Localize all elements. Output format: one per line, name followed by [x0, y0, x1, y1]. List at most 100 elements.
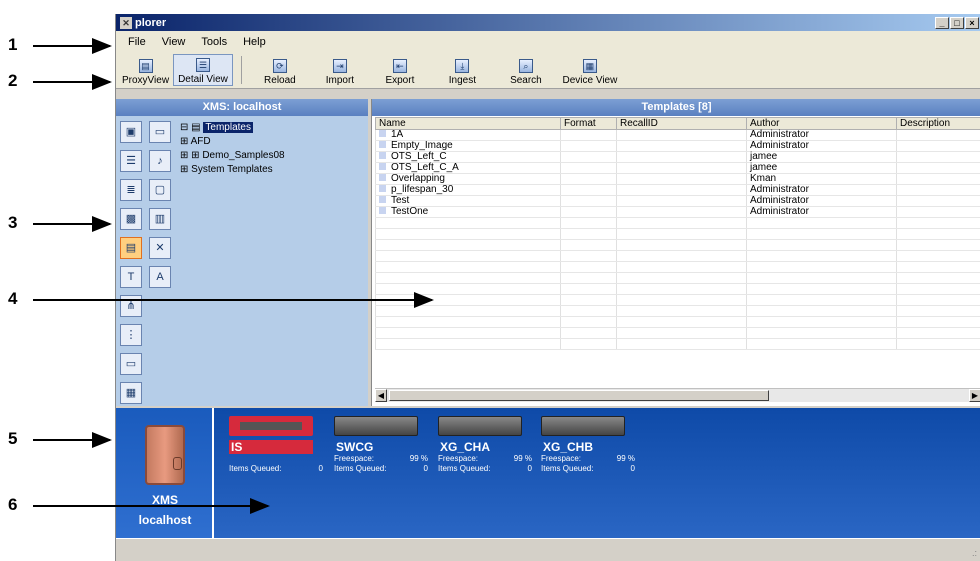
- table-cell: Overlapping: [375, 173, 561, 185]
- menu-tools[interactable]: Tools: [193, 36, 235, 48]
- device-is[interactable]: IS Items Queued: 0: [229, 416, 329, 474]
- display-icon[interactable]: ▢: [149, 179, 171, 201]
- table-row[interactable]: p_lifespan_30 Administrator: [375, 184, 980, 196]
- table-cell: [560, 162, 617, 174]
- table-cell: [616, 206, 747, 218]
- tree-item-templates[interactable]: ⊟ ▤ Templates: [180, 121, 285, 135]
- table-cell: Administrator: [746, 140, 897, 152]
- grid-icon[interactable]: ⋮: [120, 324, 142, 346]
- template-icon: [379, 174, 386, 181]
- audio-icon[interactable]: ♪: [149, 150, 171, 172]
- list-icon[interactable]: ☰: [120, 150, 142, 172]
- proxy-view-button[interactable]: ▤ ProxyView: [118, 54, 173, 86]
- storage-icon[interactable]: ▦: [120, 382, 142, 404]
- templates-pane-header: Templates [8]: [372, 99, 980, 116]
- tree-item-afd[interactable]: ⊞ AFD: [180, 135, 285, 149]
- template-icon: [379, 163, 386, 170]
- device-view-button[interactable]: ▦ Device View: [557, 54, 623, 86]
- tools-icon[interactable]: ✕: [149, 237, 171, 259]
- template-icon: [379, 185, 386, 192]
- table-cell: Kman: [746, 173, 897, 185]
- search-icon: ⌕: [518, 59, 533, 73]
- device-items-queued: Items Queued: 0: [438, 464, 532, 473]
- table-cell: [616, 140, 747, 152]
- device-icon: [229, 416, 313, 436]
- table-row[interactable]: OTS_Left_C_A jamee: [375, 162, 980, 174]
- reload-icon: ⟳: [272, 59, 287, 73]
- table-cell: [560, 140, 617, 152]
- table-cell: Test: [375, 195, 561, 207]
- minimize-button[interactable]: _: [935, 16, 949, 29]
- device-name: IS: [229, 440, 313, 454]
- empty-row: [375, 239, 980, 251]
- table-cell: jamee: [746, 162, 897, 174]
- template-tree: ⊟ ▤ Templates ⊞ AFD ⊞ ⊞ Demo_Samples08 ⊞…: [180, 121, 285, 177]
- network-icon[interactable]: ⋔: [120, 295, 142, 317]
- resize-grip-icon[interactable]: .:: [972, 548, 977, 558]
- image-icon[interactable]: ▩: [120, 208, 142, 230]
- table-cell: [896, 151, 980, 163]
- table-cell: TestOne: [375, 206, 561, 218]
- menu-view[interactable]: View: [154, 36, 194, 48]
- table-cell: p_lifespan_30: [375, 184, 561, 196]
- maximize-button[interactable]: □: [950, 16, 964, 29]
- scrollbar-thumb[interactable]: [389, 390, 769, 401]
- empty-row: [375, 316, 980, 328]
- table-cell: [616, 184, 747, 196]
- template-icon: [379, 152, 386, 159]
- table-cell: [616, 162, 747, 174]
- xms-name: XMS: [151, 493, 178, 507]
- xms-server-panel[interactable]: XMS localhost: [116, 408, 214, 538]
- table-row[interactable]: Test Administrator: [375, 195, 980, 207]
- close-button[interactable]: ×: [965, 16, 979, 29]
- search-button[interactable]: ⌕ Search: [495, 54, 557, 86]
- table-cell: OTS_Left_C_A: [375, 162, 561, 174]
- import-button[interactable]: ⇥ Import: [310, 54, 370, 86]
- device-xg-cha[interactable]: XG_CHA Freespace: 99 % Items Queued: 0: [438, 416, 538, 474]
- templates-table: Name Format RecallID Author Description …: [375, 117, 980, 379]
- browse-icon[interactable]: ▣: [120, 121, 142, 143]
- table-row[interactable]: Overlapping Kman: [375, 173, 980, 185]
- scroll-left-icon[interactable]: ◀: [375, 389, 387, 402]
- device-swcg[interactable]: SWCG Freespace: 99 % Items Queued: 0: [334, 416, 434, 474]
- export-icon: ⇤: [392, 59, 407, 73]
- templates-icon[interactable]: ▤: [120, 237, 142, 259]
- column-header-name[interactable]: Name: [375, 117, 561, 130]
- table-cell: [896, 195, 980, 207]
- table-row[interactable]: OTS_Left_C jamee: [375, 151, 980, 163]
- horizontal-scrollbar[interactable]: ◀ ▶: [375, 388, 980, 402]
- toolbar: ▤ ProxyView ☰ Detail View ⟳ Reload ⇥ Import …: [116, 53, 980, 89]
- column-header-recallid[interactable]: RecallID: [616, 117, 747, 130]
- film-icon[interactable]: ▥: [149, 208, 171, 230]
- tree-item-system-templates[interactable]: ⊞ System Templates: [180, 163, 285, 177]
- ingest-button[interactable]: ⤓ Ingest: [430, 54, 495, 86]
- details-icon[interactable]: ≣: [120, 179, 142, 201]
- monitor-icon[interactable]: ▭: [120, 353, 142, 375]
- export-button[interactable]: ⇤ Export: [370, 54, 430, 86]
- menu-help[interactable]: Help: [235, 36, 274, 48]
- table-cell: [616, 129, 747, 141]
- empty-row: [375, 283, 980, 295]
- status-bar: .:: [116, 538, 980, 561]
- empty-row: [375, 327, 980, 339]
- font-icon[interactable]: A: [149, 266, 171, 288]
- menu-file[interactable]: File: [120, 36, 154, 48]
- table-cell: [896, 184, 980, 196]
- table-row[interactable]: Empty_Image Administrator: [375, 140, 980, 152]
- column-header-format[interactable]: Format: [560, 117, 617, 130]
- text-template-icon[interactable]: T: [120, 266, 142, 288]
- device-icon: [334, 416, 418, 436]
- table-cell: Empty_Image: [375, 140, 561, 152]
- video-icon[interactable]: ▭: [149, 121, 171, 143]
- table-row[interactable]: 1A Administrator: [375, 129, 980, 141]
- scroll-right-icon[interactable]: ▶: [969, 389, 980, 402]
- menu-bar: File View Tools Help: [116, 31, 980, 53]
- table-row[interactable]: TestOne Administrator: [375, 206, 980, 218]
- column-header-author[interactable]: Author: [746, 117, 897, 130]
- table-cell: [896, 173, 980, 185]
- column-header-description[interactable]: Description: [896, 117, 980, 130]
- reload-button[interactable]: ⟳ Reload: [250, 54, 310, 86]
- tree-item-demo-samples[interactable]: ⊞ ⊞ Demo_Samples08: [180, 149, 285, 163]
- device-xg-chb[interactable]: XG_CHB Freespace: 99 % Items Queued: 0: [541, 416, 641, 474]
- detail-view-button[interactable]: ☰ Detail View: [173, 54, 233, 86]
